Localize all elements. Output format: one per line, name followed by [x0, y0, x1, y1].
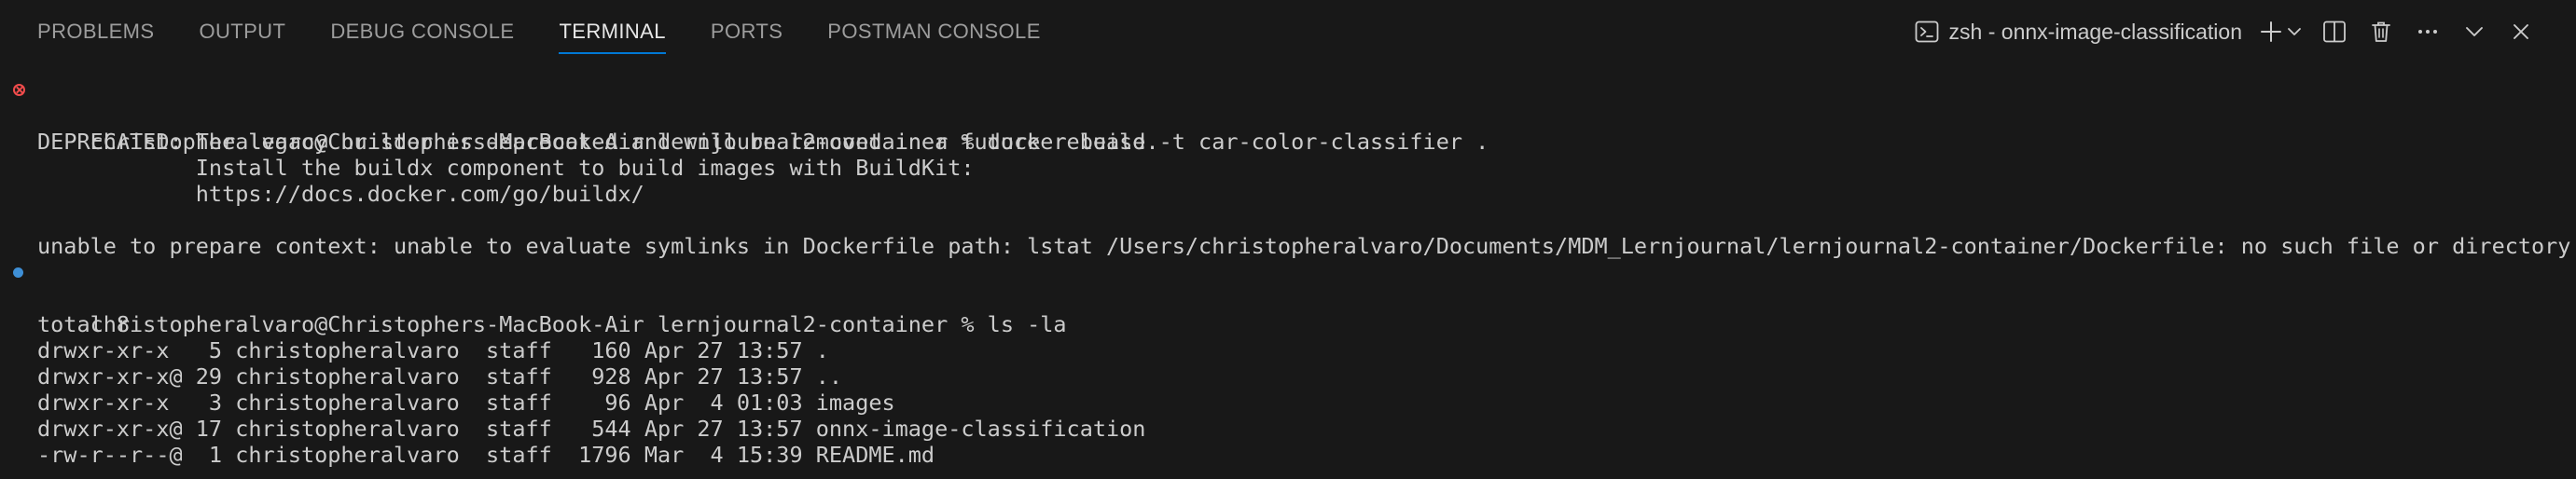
- terminal-line: unable to prepare context: unable to eva…: [37, 233, 2571, 259]
- terminal-line: -rw-r--r--@ 1 christopheralvaro staff 17…: [37, 442, 935, 468]
- plus-icon: [2257, 18, 2285, 46]
- panel-tabs: PROBLEMS OUTPUT DEBUG CONSOLE TERMINAL P…: [37, 0, 1086, 63]
- split-terminal-button[interactable]: [2319, 16, 2350, 48]
- ellipsis-icon: [2415, 19, 2441, 45]
- terminal-line: total 8: [37, 311, 131, 337]
- split-terminal-icon: [2321, 19, 2347, 45]
- terminal-output[interactable]: christopheralvaro@Christophers-MacBook-A…: [0, 76, 2576, 479]
- terminal-line-command: christopheralvaro@Christophers-MacBook-A…: [0, 259, 2576, 337]
- tab-postman-console[interactable]: POSTMAN CONSOLE: [827, 0, 1040, 63]
- terminal-line: drwxr-xr-x@ 17 christopheralvaro staff 5…: [37, 416, 1146, 442]
- new-terminal-button[interactable]: [2257, 16, 2304, 48]
- close-panel-button[interactable]: [2505, 16, 2537, 48]
- command-failed-icon[interactable]: [13, 84, 25, 96]
- kill-terminal-button[interactable]: [2365, 16, 2397, 48]
- terminal-actions: zsh - onnx-image-classification: [1914, 0, 2537, 63]
- terminal-line: DEPRECATED: The legacy builder is deprec…: [37, 129, 1159, 155]
- terminal-name-label: zsh - onnx-image-classification: [1948, 19, 2242, 44]
- panel-header: PROBLEMS OUTPUT DEBUG CONSOLE TERMINAL P…: [0, 0, 2576, 63]
- trash-icon: [2368, 19, 2394, 45]
- close-icon: [2508, 19, 2534, 45]
- terminal-line: Install the buildx component to build im…: [37, 155, 975, 181]
- terminal-line: drwxr-xr-x@ 29 christopheralvaro staff 9…: [37, 363, 843, 390]
- chevron-down-icon[interactable]: [2285, 22, 2304, 41]
- terminal-selector[interactable]: zsh - onnx-image-classification: [1914, 19, 2242, 45]
- collapse-panel-button[interactable]: [2458, 16, 2490, 48]
- tab-output[interactable]: OUTPUT: [199, 0, 285, 63]
- tab-debug-console[interactable]: DEBUG CONSOLE: [330, 0, 514, 63]
- chevron-down-icon: [2461, 19, 2487, 45]
- tab-terminal[interactable]: TERMINAL: [559, 0, 667, 63]
- more-actions-button[interactable]: [2412, 16, 2444, 48]
- terminal-line-command: christopheralvaro@Christophers-MacBook-A…: [0, 76, 2576, 155]
- tab-ports[interactable]: PORTS: [711, 0, 782, 63]
- terminal-line: drwxr-xr-x 5 christopheralvaro staff 160…: [37, 337, 829, 363]
- terminal-line[interactable]: https://docs.docker.com/go/buildx/: [0, 181, 2576, 207]
- terminal-icon: [1914, 19, 1940, 45]
- command-succeeded-icon[interactable]: [13, 267, 23, 278]
- terminal-line: drwxr-xr-x 3 christopheralvaro staff 96 …: [37, 390, 895, 416]
- tab-problems[interactable]: PROBLEMS: [37, 0, 154, 63]
